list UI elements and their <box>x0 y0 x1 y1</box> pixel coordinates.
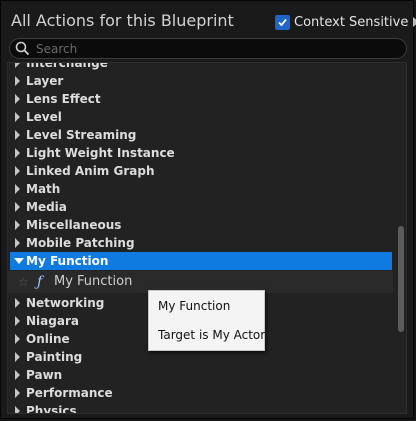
search-box[interactable] <box>9 38 407 59</box>
context-sensitive-label: Context Sensitive <box>294 14 409 30</box>
category-layer[interactable]: Layer <box>8 72 393 90</box>
tooltip-target: Target is My Actor <box>158 328 266 342</box>
category-label: Level Streaming <box>26 128 137 142</box>
expand-arrow-icon[interactable] <box>15 76 20 86</box>
function-icon: ƒ <box>37 274 43 290</box>
expand-arrow-icon[interactable] <box>15 148 20 158</box>
category-label: Interchange <box>26 62 108 70</box>
search-input[interactable] <box>36 39 396 58</box>
expand-arrow-icon[interactable] <box>15 388 20 398</box>
category-light-weight-instance[interactable]: Light Weight Instance <box>8 144 393 162</box>
panel-header: All Actions for this Blueprint Context S… <box>1 1 416 39</box>
category-performance[interactable]: Performance <box>8 384 393 402</box>
check-icon <box>278 18 287 26</box>
category-label: Networking <box>26 296 105 310</box>
function-tooltip: My Function Target is My Actor <box>148 290 265 351</box>
action-list: Interchange Layer Lens Effect Level Leve… <box>7 62 407 414</box>
category-label: Painting <box>26 350 83 364</box>
expand-arrow-icon[interactable] <box>15 370 20 380</box>
category-level-streaming[interactable]: Level Streaming <box>8 126 393 144</box>
category-label: Linked Anim Graph <box>26 164 155 178</box>
category-label: Layer <box>26 74 64 88</box>
category-physics[interactable]: Physics <box>8 402 393 414</box>
category-label: Performance <box>26 386 113 400</box>
category-label: Miscellaneous <box>26 218 122 232</box>
expand-arrow-icon[interactable] <box>15 63 20 68</box>
category-label: Lens Effect <box>26 92 101 106</box>
expand-arrow-icon[interactable] <box>15 238 20 248</box>
expand-arrow-icon[interactable] <box>15 94 20 104</box>
action-label: My Function <box>54 274 133 289</box>
expand-arrow-icon[interactable] <box>15 184 20 194</box>
search-icon <box>15 41 30 56</box>
category-label: Physics <box>26 404 77 414</box>
category-miscellaneous[interactable]: Miscellaneous <box>8 216 393 234</box>
category-label: Online <box>26 332 70 346</box>
tooltip-function-name: My Function <box>158 299 231 313</box>
expand-arrow-icon[interactable] <box>15 202 20 212</box>
category-label: Level <box>26 110 62 124</box>
category-lens-effect[interactable]: Lens Effect <box>8 90 393 108</box>
category-label: My Function <box>26 254 109 268</box>
expand-arrow-icon[interactable] <box>15 130 20 140</box>
category-label: Niagara <box>26 314 79 328</box>
expand-arrow-icon[interactable] <box>15 334 20 344</box>
expand-arrow-icon[interactable] <box>15 220 20 230</box>
category-label: Pawn <box>26 368 63 382</box>
category-linked-anim-graph[interactable]: Linked Anim Graph <box>8 162 393 180</box>
category-math[interactable]: Math <box>8 180 393 198</box>
category-label: Media <box>26 200 67 214</box>
expand-arrow-icon[interactable] <box>15 352 20 362</box>
category-my-function[interactable]: My Function <box>10 252 392 270</box>
expand-arrow-icon[interactable] <box>15 406 20 413</box>
expand-arrow-icon[interactable] <box>15 298 20 308</box>
category-level[interactable]: Level <box>8 108 393 126</box>
category-interchange[interactable]: Interchange <box>8 62 393 72</box>
category-pawn[interactable]: Pawn <box>8 366 393 384</box>
category-media[interactable]: Media <box>8 198 393 216</box>
collapse-arrow-icon[interactable] <box>14 258 24 264</box>
expand-arrow-icon[interactable] <box>15 112 20 122</box>
category-label: Light Weight Instance <box>26 146 175 160</box>
context-sensitive-checkbox[interactable] <box>275 14 290 30</box>
expand-arrow-icon[interactable] <box>15 166 20 176</box>
favorite-star-icon[interactable]: ☆ <box>18 274 29 290</box>
list-scrollbar[interactable] <box>398 226 404 332</box>
panel-title: All Actions for this Blueprint <box>11 11 234 30</box>
category-label: Mobile Patching <box>26 236 135 250</box>
expand-arrow-icon[interactable] <box>15 316 20 326</box>
blueprint-actions-panel: All Actions for this Blueprint Context S… <box>0 0 416 419</box>
category-mobile-patching[interactable]: Mobile Patching <box>8 234 393 252</box>
category-label: Math <box>26 182 61 196</box>
context-sensitive-toggle[interactable]: Context Sensitive <box>275 13 416 31</box>
